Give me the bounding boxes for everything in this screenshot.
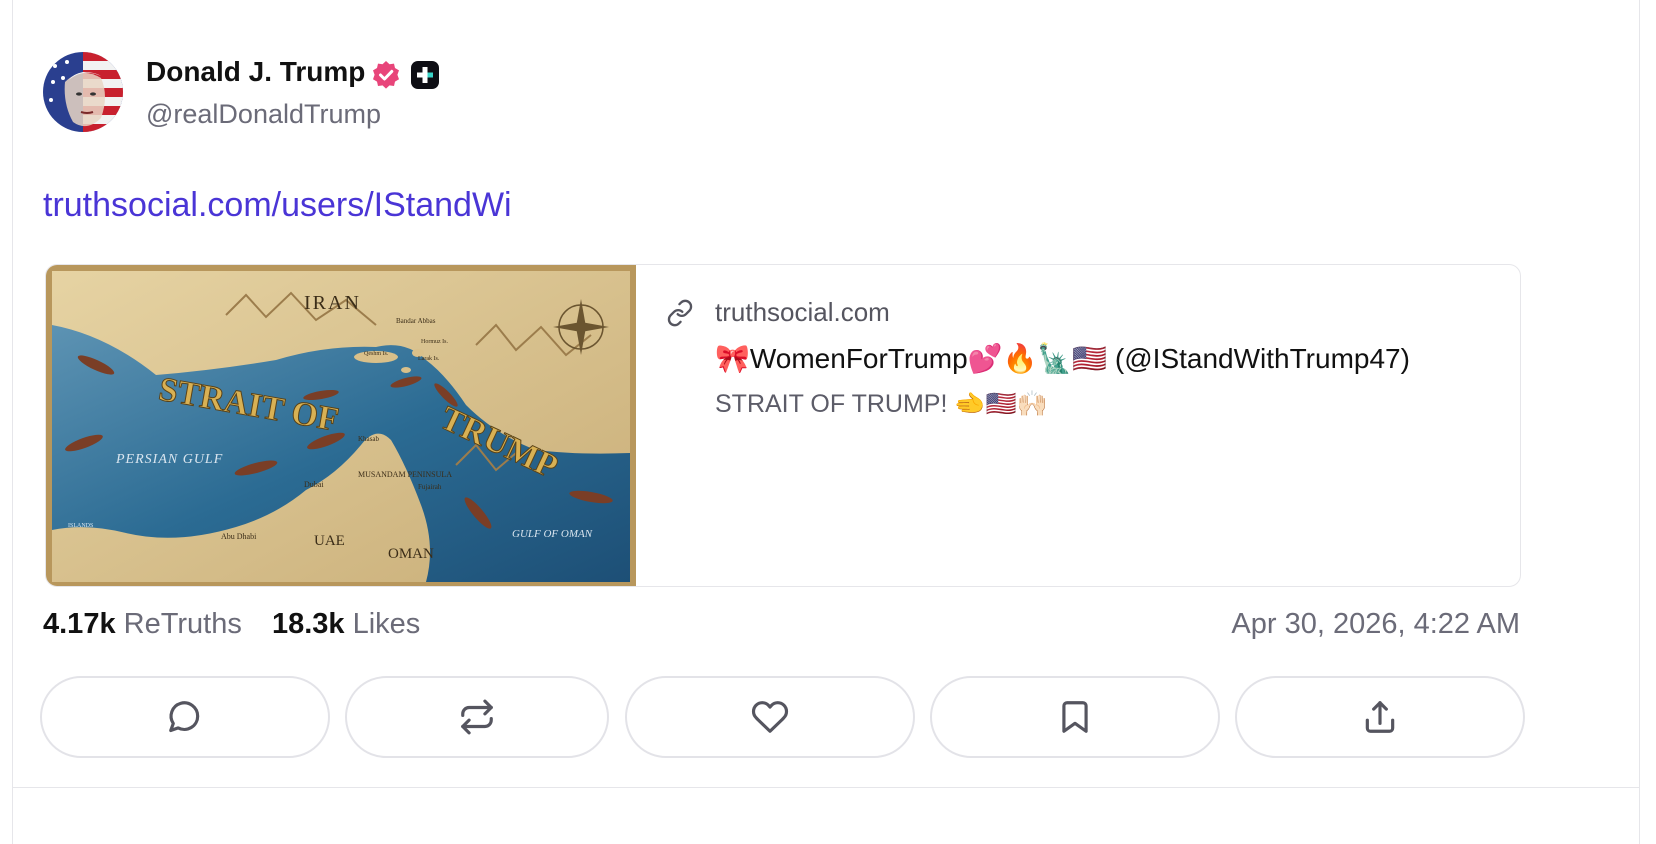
map-label-uae: UAE <box>314 533 345 549</box>
bookmark-icon <box>1062 701 1088 733</box>
map-label-qeshm: Qeshm Is. <box>364 351 389 357</box>
avatar[interactable] <box>43 52 123 132</box>
map-label-musandam: MUSANDAM PENINSULA <box>358 470 452 479</box>
map-label-khasab: Khasab <box>358 435 379 443</box>
link-preview-card[interactable]: IRAN STRAIT OF TRUMP PERSIAN GULF UAE OM… <box>45 264 1521 587</box>
divider <box>13 787 1639 788</box>
post-card: Donald J. Trump @realDonaldTrump truthso… <box>12 0 1640 844</box>
likes-label[interactable]: Likes <box>353 608 421 640</box>
preview-description: STRAIT OF TRUMP! 🫲🇺🇸🙌🏻 <box>715 390 1048 418</box>
post-stats: 4.17k ReTruths 18.3k Likes <box>43 608 420 641</box>
map-label-persian-gulf: PERSIAN GULF <box>115 452 223 467</box>
link-icon <box>666 299 694 327</box>
retruths-count[interactable]: 4.17k <box>43 608 116 640</box>
share-button[interactable] <box>1235 676 1525 758</box>
repost-icon <box>461 699 493 735</box>
map-label-islands: ISLANDS <box>68 523 93 529</box>
verified-badge-icon <box>371 60 401 90</box>
likes-count[interactable]: 18.3k <box>272 608 345 640</box>
map-label-abu-dhabi: Abu Dhabi <box>221 532 257 541</box>
reply-button[interactable] <box>40 676 330 758</box>
map-label-fujairah: Fujairah <box>418 483 442 491</box>
bookmark-button[interactable] <box>930 676 1220 758</box>
map-label-larak: Larak Is. <box>418 356 440 362</box>
share-icon <box>1365 701 1395 733</box>
like-button[interactable] <box>625 676 915 758</box>
preview-image[interactable]: IRAN STRAIT OF TRUMP PERSIAN GULF UAE OM… <box>46 265 636 586</box>
preview-domain: truthsocial.com <box>715 297 890 327</box>
map-label-dubai: Dubai <box>304 480 324 489</box>
post-timestamp[interactable]: Apr 30, 2026, 4:22 AM <box>1231 608 1520 641</box>
username-handle[interactable]: @realDonaldTrump <box>146 99 381 130</box>
map-label-gulf-of-oman: GULF OF OMAN <box>512 528 593 540</box>
post-link[interactable]: truthsocial.com/users/IStandWi <box>43 186 512 225</box>
retruths-label[interactable]: ReTruths <box>124 608 242 640</box>
comment-icon <box>169 701 200 733</box>
map-label-iran: IRAN <box>304 292 361 314</box>
retruth-button[interactable] <box>345 676 609 758</box>
map-label-oman: OMAN <box>388 546 434 562</box>
heart-icon <box>751 701 789 733</box>
map-label-bandar-abbas: Bandar Abbas <box>396 317 436 325</box>
truth-plus-icon <box>411 61 439 89</box>
map-label-hormuz: Hormuz Is. <box>421 339 448 345</box>
preview-title: 🎀WomenForTrump💕🔥🗽🇺🇸 (@IStandWithTrump47) <box>715 343 1410 374</box>
display-name[interactable]: Donald J. Trump <box>146 56 365 88</box>
